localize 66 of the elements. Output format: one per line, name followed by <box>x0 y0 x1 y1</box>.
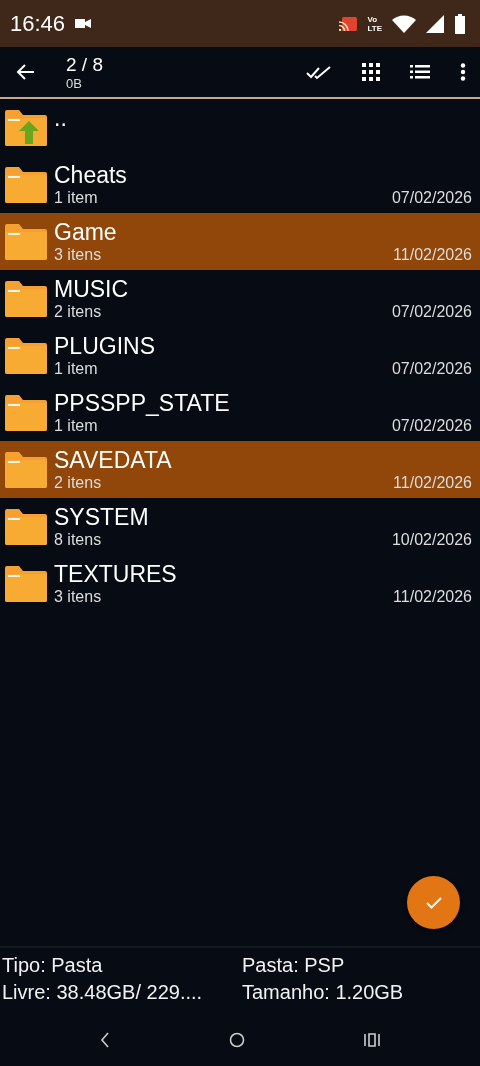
folder-icon <box>5 508 47 545</box>
clock: 16:46 <box>10 10 66 37</box>
list-icon <box>410 65 430 79</box>
item-count: 3 itens <box>54 246 102 264</box>
item-count: 2 itens <box>54 303 102 321</box>
file-row[interactable]: Cheats 1 item 07/02/2026 <box>0 156 480 213</box>
modified-date: 11/02/2026 <box>393 588 472 606</box>
cast-icon <box>339 16 358 31</box>
checkmark-icon <box>425 896 442 909</box>
folder-name: Cheats <box>54 162 128 189</box>
wifi-icon <box>392 14 416 33</box>
file-row[interactable]: TEXTURES 3 itens 11/02/2026 <box>0 555 480 612</box>
folder-name: SYSTEM <box>54 504 150 531</box>
folder-name: Game <box>54 219 118 246</box>
folder-icon <box>5 451 47 488</box>
file-row[interactable]: .. <box>0 99 480 156</box>
info-text: Tamanho: 1.20GB <box>242 981 405 1004</box>
file-row[interactable]: MUSIC 2 itens 07/02/2026 <box>0 270 480 327</box>
selection-size: 0B <box>66 75 83 91</box>
modified-date: 07/02/2026 <box>391 303 472 321</box>
item-count: 1 item <box>54 189 98 207</box>
circle-icon <box>229 1032 245 1048</box>
folder-name: MUSIC <box>54 276 130 303</box>
item-count: 1 item <box>54 417 98 435</box>
file-row[interactable]: SYSTEM 8 itens 10/02/2026 <box>0 498 480 555</box>
double-check-icon <box>306 63 332 81</box>
file-row[interactable]: PLUGINS 1 item 07/02/2026 <box>0 327 480 384</box>
modified-date: 07/02/2026 <box>391 417 472 435</box>
folder-icon <box>5 223 47 260</box>
folder-name: TEXTURES <box>54 561 178 588</box>
volte-indicator: Vo LTE <box>367 14 382 33</box>
folder-name: PPSSPP_STATE <box>54 390 231 417</box>
video-camera-icon <box>75 18 92 29</box>
item-count: 2 itens <box>54 474 102 492</box>
folder-icon <box>5 280 47 317</box>
battery-icon <box>454 13 466 34</box>
folder-icon <box>5 565 47 602</box>
folder-icon <box>5 166 47 203</box>
modified-date: 07/02/2026 <box>391 360 472 378</box>
modified-date: 07/02/2026 <box>391 189 472 207</box>
item-count: 3 itens <box>54 588 102 606</box>
modified-date: 11/02/2026 <box>393 246 472 264</box>
folder-icon <box>5 337 47 374</box>
folder-name: .. <box>54 105 68 132</box>
parent-folder-icon <box>5 109 47 146</box>
signal-icon <box>426 14 444 33</box>
info-text: Pasta: PSP <box>242 954 346 977</box>
file-row[interactable]: PPSSPP_STATE 1 item 07/02/2026 <box>0 384 480 441</box>
chevron-left-icon <box>99 1032 110 1048</box>
file-row[interactable]: Game 3 itens 11/02/2026 <box>0 213 480 270</box>
info-text: Tipo: Pasta <box>2 954 104 977</box>
item-count: 8 itens <box>54 531 102 549</box>
grid-icon <box>362 63 380 81</box>
folder-name: SAVEDATA <box>54 447 173 474</box>
folder-icon <box>5 394 47 431</box>
info-text: Livre: 38.48GB/ 229.... <box>2 981 204 1004</box>
folder-name: PLUGINS <box>54 333 156 360</box>
recents-icon <box>364 1033 381 1047</box>
back-arrow-icon <box>16 62 36 82</box>
item-count: 1 item <box>54 360 98 378</box>
file-row[interactable]: SAVEDATA 2 itens 11/02/2026 <box>0 441 480 498</box>
modified-date: 11/02/2026 <box>393 474 472 492</box>
confirm-button[interactable] <box>407 876 460 929</box>
selection-count: 2 / 8 <box>66 53 103 76</box>
modified-date: 10/02/2026 <box>391 531 472 549</box>
more-icon <box>460 63 466 81</box>
